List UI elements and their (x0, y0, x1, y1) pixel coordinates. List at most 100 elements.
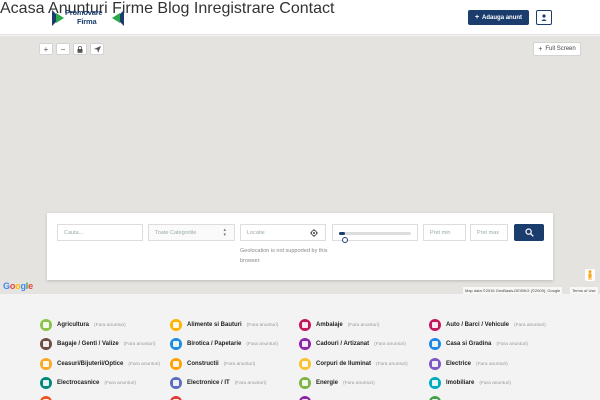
price-min-input[interactable]: Pret min (423, 224, 466, 241)
send-icon (93, 45, 101, 53)
category-count: (Fara anunturi) (343, 380, 375, 386)
category-icon (429, 319, 441, 331)
category-item[interactable]: Constructii (Fara anunturi) (170, 357, 255, 371)
category-icon (299, 338, 311, 350)
nav-blog[interactable]: Blog (157, 0, 189, 17)
category-name[interactable]: Auto / Barci / Vehicule (446, 322, 509, 328)
category-icon (170, 358, 182, 370)
category-name[interactable]: Imobiliare (446, 380, 474, 386)
terms-of-use-link[interactable]: Terms of Use (570, 287, 598, 294)
lock-map-button[interactable] (73, 43, 87, 55)
zoom-out-button[interactable]: − (56, 43, 70, 55)
pegman-icon (588, 270, 592, 280)
category-item[interactable]: Imobiliare (Fara anunturi) (429, 376, 511, 390)
category-count: (Fara anunturi) (246, 322, 279, 328)
slider-track (339, 232, 411, 243)
category-item[interactable] (299, 395, 321, 400)
search-button[interactable] (514, 224, 544, 241)
price-max-placeholder: Pret max (477, 229, 500, 236)
add-listing-label: Adauga anunt (482, 14, 523, 21)
street-view-pegman[interactable] (585, 269, 595, 281)
nav-contact[interactable]: Contact (279, 0, 334, 17)
fullscreen-button[interactable]: + Full Screen (533, 42, 581, 56)
category-icon (429, 338, 441, 350)
category-item[interactable]: Alimente si Bauturi (Fara anunturi) (170, 318, 278, 332)
category-count: (Fara anunturi) (479, 380, 512, 386)
category-name[interactable]: Electrocasnice (57, 380, 99, 386)
category-name[interactable]: Casa si Gradina (446, 341, 491, 347)
category-item[interactable]: Bagaje / Genti / Valize (Fara anunturi) (40, 337, 155, 351)
category-item[interactable]: Birotica / Papetarie (Fara anunturi) (170, 337, 278, 351)
category-name[interactable]: Energie (316, 380, 338, 386)
category-list: Agricultura (Fara anunturi) Alimente si Ba… (0, 294, 600, 400)
user-icon (541, 14, 547, 21)
category-item[interactable]: Auto / Barci / Vehicule (Fara anunturi) (429, 318, 546, 332)
category-icon (429, 396, 441, 400)
slider-handle[interactable] (341, 237, 348, 243)
category-name[interactable]: Corpuri de Iluminat (316, 361, 371, 367)
category-name[interactable]: Alimente si Bauturi (187, 322, 242, 328)
category-item[interactable]: Electronice / IT (Fara anunturi) (170, 376, 266, 390)
category-item[interactable] (40, 395, 62, 400)
category-name[interactable]: Constructii (187, 361, 219, 367)
logo-text-line1: Promovare (65, 8, 103, 17)
my-location-button[interactable] (90, 43, 104, 55)
category-item[interactable]: Ceasuri/Bijuterii/Optice (Fara anunturi) (40, 357, 160, 371)
location-input[interactable]: Locatie (240, 224, 326, 241)
category-icon (40, 396, 52, 400)
category-count: (Fara anunturi) (514, 322, 546, 328)
category-count: (Fara anunturi) (374, 341, 406, 347)
logo-text: Promovare Firma (65, 8, 111, 26)
category-item[interactable]: Energie (Fara anunturi) (299, 376, 375, 390)
location-input-placeholder: Locatie (247, 229, 265, 236)
map-data-credits: Map data ©2016 GeoBasis-DE/BKG (©2009), … (463, 287, 563, 294)
category-name[interactable]: Ambalaje (316, 322, 343, 328)
category-name[interactable]: Ceasuri/Bijuterii/Optice (57, 361, 123, 367)
google-logo[interactable]: Google (3, 281, 33, 291)
category-count: (Fara anunturi) (496, 341, 529, 347)
category-count: (Fara anunturi) (234, 380, 267, 386)
category-name[interactable]: Bagaje / Genti / Valize (57, 341, 119, 347)
category-item[interactable]: Agricultura (Fara anunturi) (40, 318, 126, 332)
search-input[interactable]: Cauta... (57, 224, 143, 241)
category-count: (Fara anunturi) (123, 341, 156, 347)
category-item[interactable]: Electrice (Fara anunturi) (429, 357, 508, 371)
category-item[interactable] (170, 395, 192, 400)
price-max-input[interactable]: Pret max (470, 224, 508, 241)
map-view[interactable]: + − + Full Screen Cauta... Toate Categor… (0, 36, 600, 294)
lock-icon (77, 45, 83, 53)
site-logo[interactable]: Promovare Firma (52, 8, 124, 28)
category-name[interactable]: Electronice / IT (187, 380, 230, 386)
category-item[interactable]: Casa si Gradina (Fara anunturi) (429, 337, 528, 351)
category-count: (Fara anunturi) (223, 361, 256, 367)
crosshair-icon[interactable] (310, 229, 318, 237)
category-icon (299, 396, 311, 400)
category-select[interactable]: Toate Categoriile ▴ ▾ (148, 224, 235, 241)
user-account-button[interactable] (536, 10, 552, 25)
category-name[interactable]: Birotica / Papetarie (187, 341, 241, 347)
add-listing-button[interactable]: + Adauga anunt (468, 10, 529, 25)
category-count: (Fara anunturi) (104, 380, 137, 386)
zoom-in-button[interactable]: + (39, 43, 53, 55)
distance-slider[interactable] (332, 224, 418, 243)
nav-acasa[interactable]: Acasa (0, 0, 44, 17)
site-header: Promovare Firma Acasa Anunturi Firme Blo… (0, 0, 600, 35)
category-item[interactable]: Electrocasnice (Fara anunturi) (40, 376, 136, 390)
logo-mark-left-icon (52, 10, 64, 26)
category-name[interactable]: Electrice (446, 361, 471, 367)
slider-fill (339, 232, 345, 235)
category-item[interactable]: Ambalaje (Fara anunturi) (299, 318, 379, 332)
plus-icon: + (43, 44, 49, 54)
category-item[interactable] (429, 395, 451, 400)
category-icon (299, 358, 311, 370)
minus-icon: − (60, 44, 66, 54)
category-icon (170, 338, 182, 350)
category-item[interactable]: Cadouri / Artizanat (Fara anunturi) (299, 337, 406, 351)
nav-inregistrare[interactable]: Inregistrare (194, 0, 275, 17)
category-icon (299, 319, 311, 331)
price-min-placeholder: Pret min (430, 229, 451, 236)
category-name[interactable]: Agricultura (57, 322, 89, 328)
category-name[interactable]: Cadouri / Artizanat (316, 341, 369, 347)
category-item[interactable]: Corpuri de Iluminat (Fara anunturi) (299, 357, 408, 371)
category-icon (40, 377, 52, 389)
